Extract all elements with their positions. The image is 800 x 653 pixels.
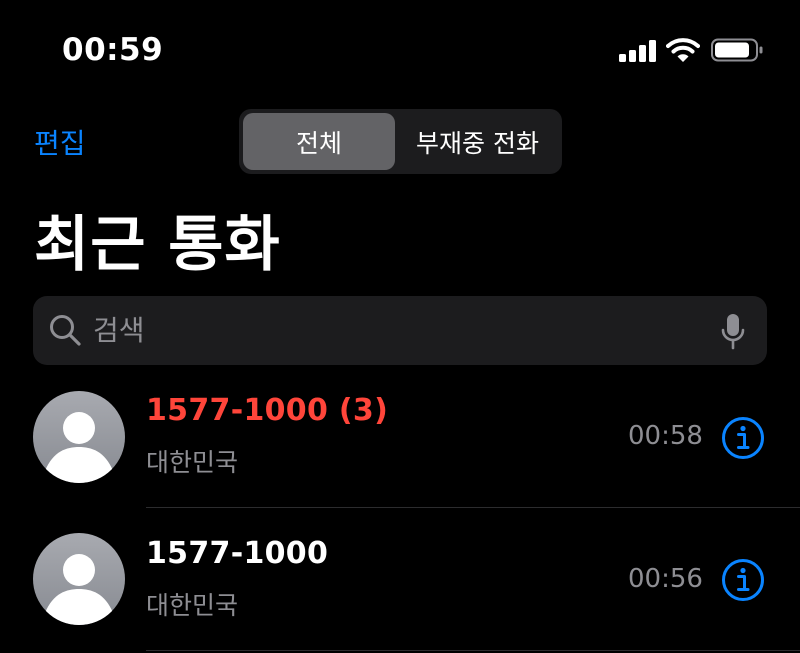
status-time: 00:59	[62, 32, 164, 68]
caller-name: 1577-1000	[146, 536, 329, 571]
microphone-icon[interactable]	[720, 312, 746, 352]
caller-name: 1577-1000 (3)	[146, 393, 389, 428]
call-time: 00:58	[628, 421, 703, 451]
segment-missed-calls[interactable]: 부재중 전화	[397, 113, 558, 170]
segment-all-calls[interactable]: 전체	[243, 113, 395, 170]
page-title: 최근 통화	[34, 210, 281, 280]
wifi-icon	[666, 38, 700, 62]
search-input[interactable]	[93, 308, 693, 353]
caller-location: 대한민국	[146, 448, 239, 477]
caller-location: 대한민국	[146, 591, 239, 620]
call-row[interactable]: 1577-1000 대한민국 00:56	[0, 508, 800, 650]
battery-icon	[711, 38, 763, 62]
contact-avatar-icon	[33, 391, 125, 483]
info-icon[interactable]	[721, 558, 765, 602]
search-icon	[50, 315, 81, 346]
call-time: 00:56	[628, 564, 703, 594]
edit-button[interactable]: 편집	[34, 122, 86, 162]
row-divider	[146, 650, 800, 651]
cellular-signal-icon	[619, 40, 657, 62]
info-icon[interactable]	[721, 416, 765, 460]
search-bar[interactable]	[33, 296, 767, 365]
contact-avatar-icon	[33, 533, 125, 625]
call-row[interactable]: 1577-1000 (3) 대한민국 00:58	[0, 365, 800, 507]
segmented-control: 전체 부재중 전화	[239, 109, 562, 174]
